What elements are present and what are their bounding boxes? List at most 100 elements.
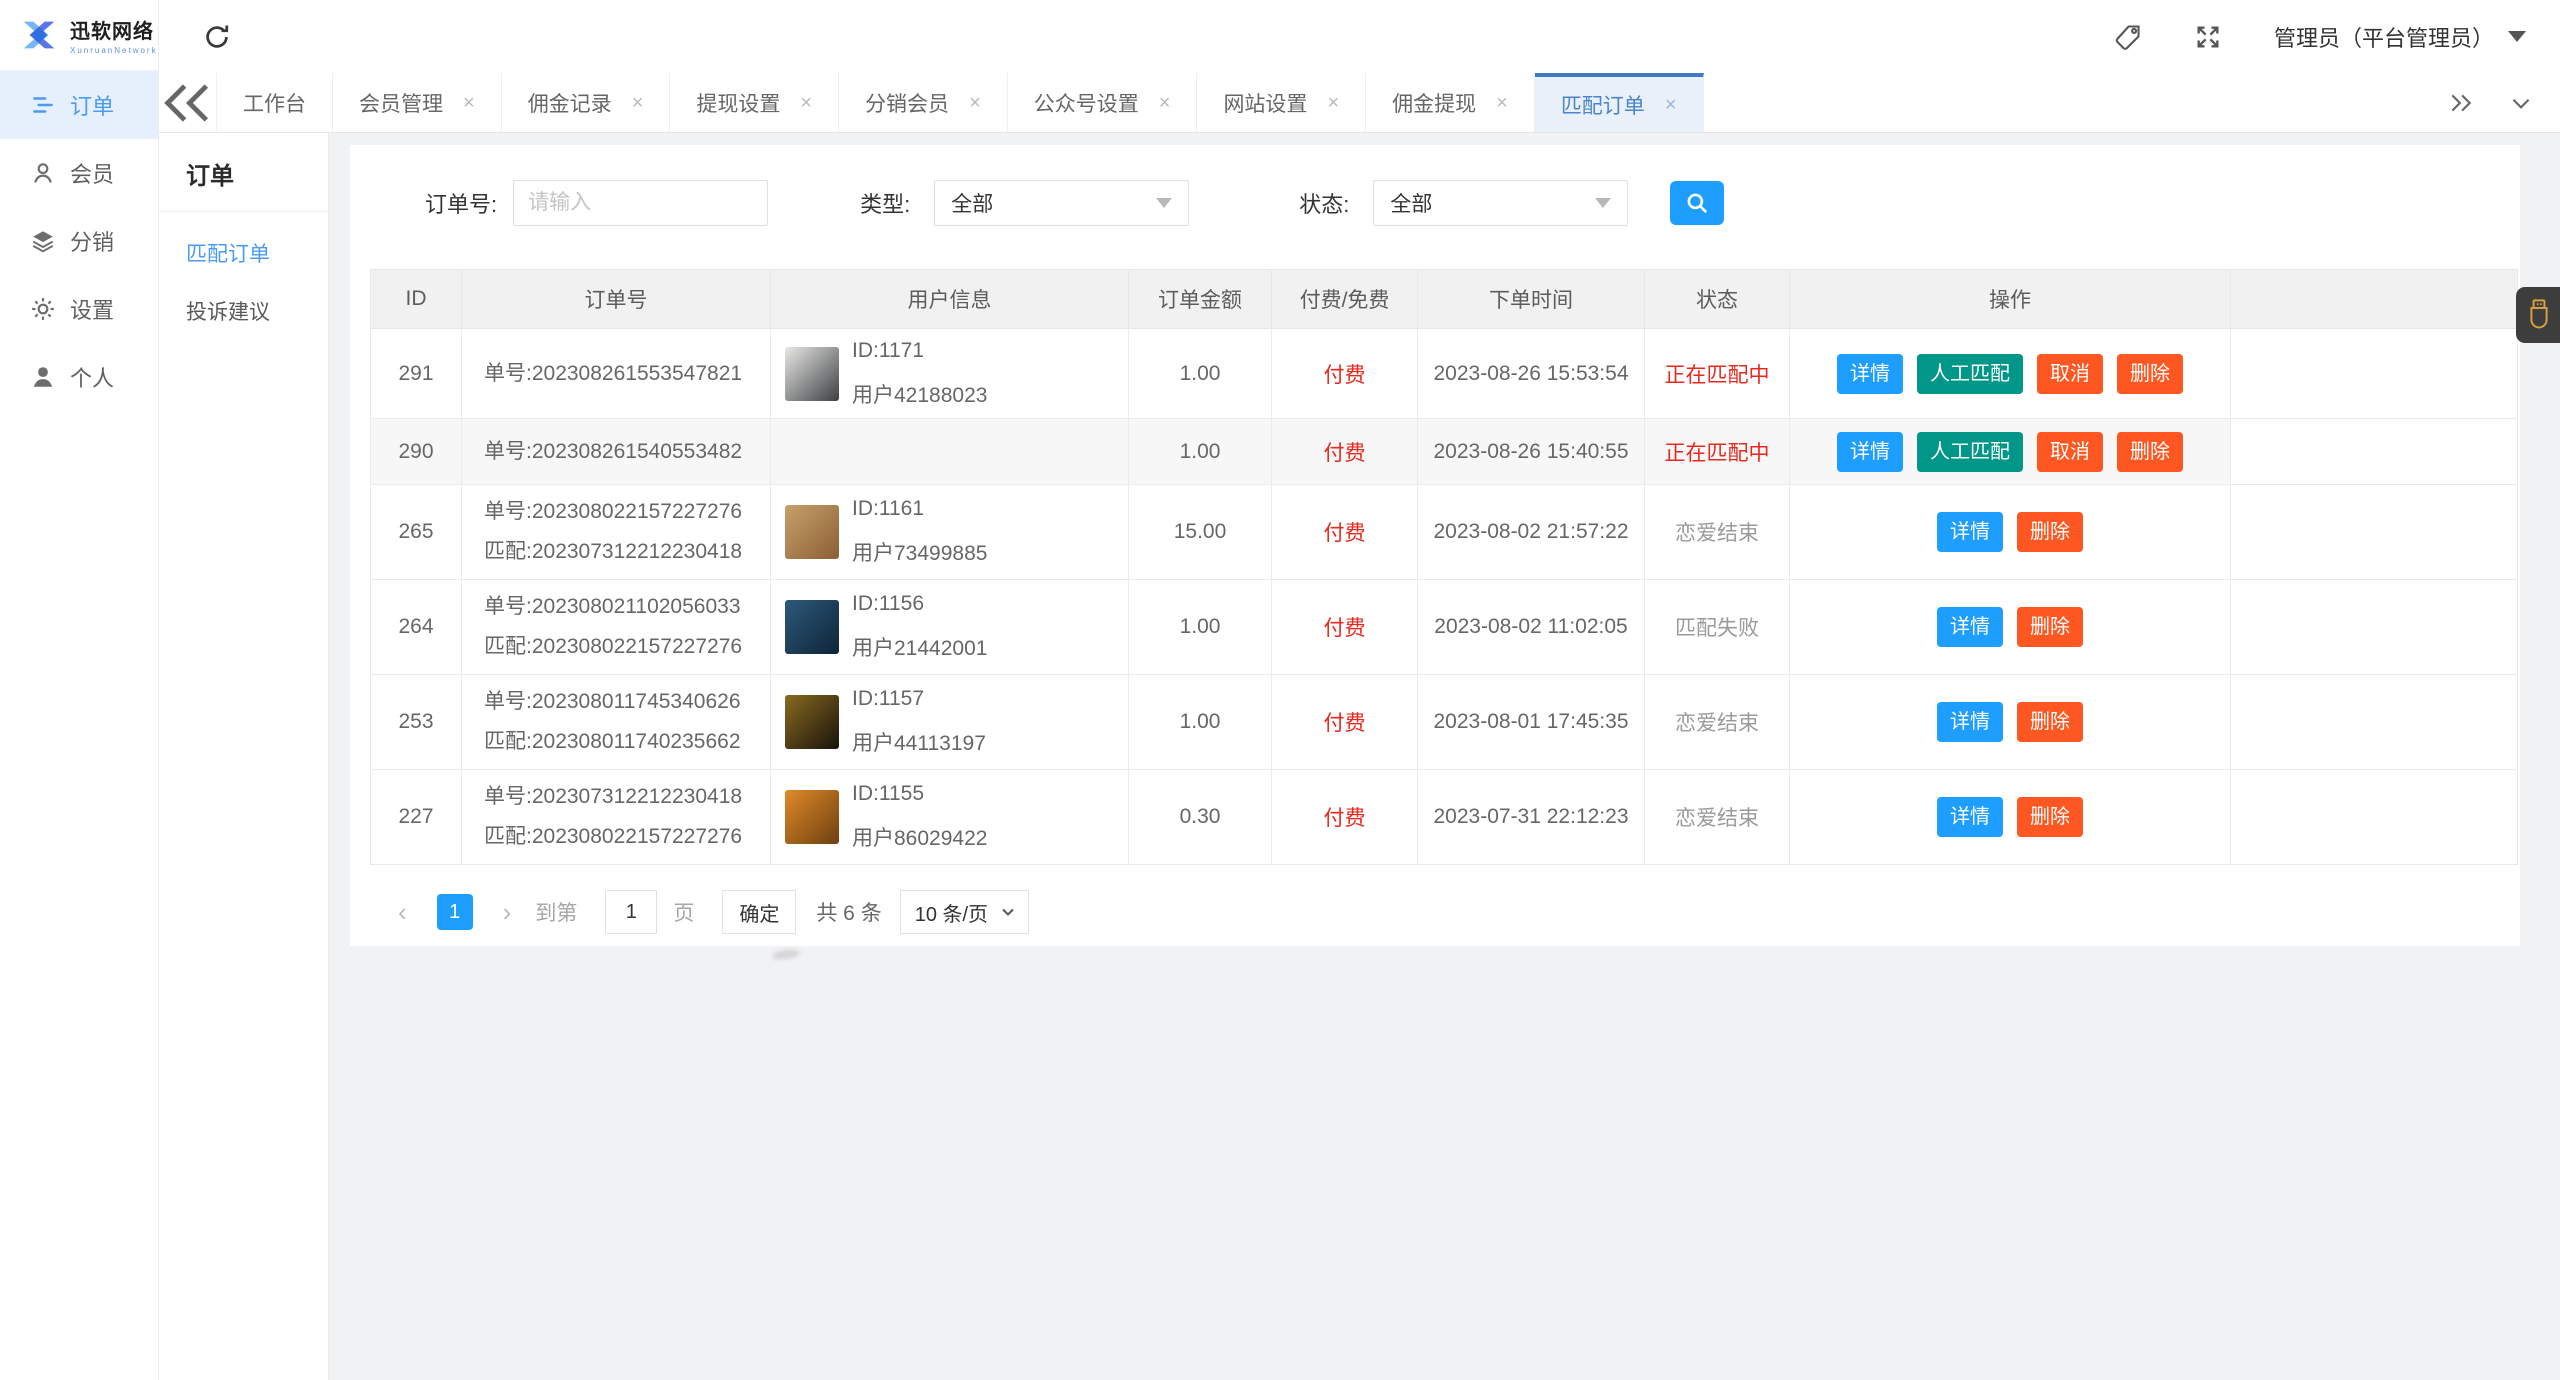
tab-item[interactable]: 佣金记录× xyxy=(502,73,671,132)
tab-label: 佣金提现 xyxy=(1392,88,1476,118)
cell-pay-type: 付费 xyxy=(1272,675,1418,770)
tab-item[interactable]: 网站设置× xyxy=(1197,73,1366,132)
cell-id: 290 xyxy=(371,419,462,485)
action-button-blue[interactable]: 详情 xyxy=(1937,607,2003,647)
action-button-orange[interactable]: 删除 xyxy=(2017,607,2083,647)
submenu-item[interactable]: 投诉建议 xyxy=(158,282,328,340)
table-row: 253单号:202308011745340626匹配:2023080117402… xyxy=(371,675,2518,770)
action-button-blue[interactable]: 详情 xyxy=(1937,512,2003,552)
sidebar-item-label: 个人 xyxy=(70,361,114,393)
cell-pay-type: 付费 xyxy=(1272,329,1418,419)
table-header-cell: 订单号 xyxy=(462,270,771,329)
cell-order-time: 2023-07-31 22:12:23 xyxy=(1418,770,1645,865)
sidebar-item-members[interactable]: 会员 xyxy=(0,139,158,207)
close-icon[interactable]: × xyxy=(632,93,644,113)
action-button-orange[interactable]: 取消 xyxy=(2037,354,2103,394)
primary-sidebar: 迅软网络 XunruanNetwork 订单会员分销设置个人 xyxy=(0,0,159,1380)
usb-floating-widget[interactable] xyxy=(2516,287,2560,343)
action-button-green[interactable]: 人工匹配 xyxy=(1917,432,2023,472)
table-header-row: ID订单号用户信息订单金额付费/免费下单时间状态操作 xyxy=(371,270,2518,329)
refresh-icon[interactable] xyxy=(202,22,232,52)
tab-label: 会员管理 xyxy=(359,88,443,118)
action-button-orange[interactable]: 删除 xyxy=(2017,512,2083,552)
double-chevron-right-icon[interactable] xyxy=(2448,90,2474,116)
table-header-cell: 订单金额 xyxy=(1129,270,1272,329)
action-button-orange[interactable]: 删除 xyxy=(2117,432,2183,472)
submenu-item[interactable]: 匹配订单 xyxy=(158,224,328,282)
tab-item[interactable]: 提现设置× xyxy=(670,73,839,132)
close-icon[interactable]: × xyxy=(463,93,475,113)
tab-label: 工作台 xyxy=(243,88,306,118)
cell-amount: 0.30 xyxy=(1129,770,1272,865)
goto-prefix-label: 到第 xyxy=(535,897,577,927)
cell-id: 264 xyxy=(371,580,462,675)
next-page-icon[interactable]: › xyxy=(503,899,512,925)
tab-item[interactable]: 公众号设置× xyxy=(1008,73,1198,132)
brand-subtitle: XunruanNetwork xyxy=(70,46,158,55)
cell-user-info: ID:1155用户86029422 xyxy=(771,770,1129,865)
cell-actions: 详情删除 xyxy=(1790,675,2231,770)
tab-menu-chevron-icon[interactable] xyxy=(2508,90,2534,116)
close-icon[interactable]: × xyxy=(1496,93,1508,113)
tab-item[interactable]: 工作台 xyxy=(217,73,333,132)
close-icon[interactable]: × xyxy=(1665,95,1677,115)
cell-order-time: 2023-08-01 17:45:35 xyxy=(1418,675,1645,770)
order-no-label: 订单号: xyxy=(425,187,497,219)
per-page-select[interactable]: 10 条/页 xyxy=(900,890,1029,934)
cell-id: 291 xyxy=(371,329,462,419)
brand-x-icon xyxy=(16,12,62,58)
tab-item[interactable]: 匹配订单× xyxy=(1535,73,1704,132)
search-button[interactable] xyxy=(1670,181,1724,225)
sidebar-item-orders[interactable]: 订单 xyxy=(0,71,158,139)
action-button-blue[interactable]: 详情 xyxy=(1837,354,1903,394)
action-button-blue[interactable]: 详情 xyxy=(1937,702,2003,742)
tag-icon[interactable] xyxy=(2114,23,2142,51)
user-avatar xyxy=(785,505,839,559)
type-select[interactable]: 全部 xyxy=(934,180,1189,226)
action-button-orange[interactable]: 删除 xyxy=(2017,797,2083,837)
cell-status: 恋爱结束 xyxy=(1645,770,1790,865)
action-button-blue[interactable]: 详情 xyxy=(1837,432,1903,472)
status-select[interactable]: 全部 xyxy=(1373,180,1628,226)
cell-pay-type: 付费 xyxy=(1272,485,1418,580)
action-button-orange[interactable]: 删除 xyxy=(2017,702,2083,742)
close-icon[interactable]: × xyxy=(800,93,812,113)
table-header-cell: ID xyxy=(371,270,462,329)
orders-table: ID订单号用户信息订单金额付费/免费下单时间状态操作 291单号:2023082… xyxy=(370,269,2518,865)
chevron-down-icon xyxy=(998,902,1018,922)
tab-item[interactable]: 佣金提现 × xyxy=(1366,73,1535,132)
tab-item[interactable]: 分销会员× xyxy=(839,73,1008,132)
table-header-cell: 状态 xyxy=(1645,270,1790,329)
action-button-orange[interactable]: 删除 xyxy=(2117,354,2183,394)
cell-extra xyxy=(2231,580,2518,675)
brand-logo: 迅软网络 XunruanNetwork xyxy=(0,0,158,71)
primary-menu: 订单会员分销设置个人 xyxy=(0,71,158,411)
per-page-value: 10 条/页 xyxy=(915,898,988,927)
cell-order-no: 单号:202308011745340626匹配:2023080117402356… xyxy=(462,675,771,770)
user-menu[interactable]: 管理员（平台管理员） xyxy=(2274,21,2526,53)
action-button-blue[interactable]: 详情 xyxy=(1937,797,2003,837)
sidebar-item-distribution[interactable]: 分销 xyxy=(0,207,158,275)
close-icon[interactable]: × xyxy=(969,93,981,113)
prev-page-icon[interactable]: ‹ xyxy=(398,899,407,925)
close-icon[interactable]: × xyxy=(1327,93,1339,113)
close-icon[interactable]: × xyxy=(1159,93,1171,113)
action-button-green[interactable]: 人工匹配 xyxy=(1917,354,2023,394)
layers-icon xyxy=(30,228,56,254)
order-no-input[interactable] xyxy=(513,180,768,226)
cell-order-time: 2023-08-26 15:53:54 xyxy=(1418,329,1645,419)
tab-item[interactable]: 会员管理 × xyxy=(333,73,502,132)
cell-actions: 详情人工匹配取消删除 xyxy=(1790,329,2231,419)
fullscreen-icon[interactable] xyxy=(2194,23,2222,51)
confirm-button[interactable]: 确定 xyxy=(722,890,796,934)
sidebar-item-profile[interactable]: 个人 xyxy=(0,343,158,411)
goto-page-input[interactable] xyxy=(605,890,657,934)
action-button-orange[interactable]: 取消 xyxy=(2037,432,2103,472)
member-icon xyxy=(30,160,56,186)
cell-order-no: 单号:202308261553547821 xyxy=(462,329,771,419)
cell-actions: 详情删除 xyxy=(1790,485,2231,580)
page-number-button[interactable]: 1 xyxy=(437,894,473,930)
tabs-collapse-left[interactable] xyxy=(158,73,217,132)
usb-drive-icon xyxy=(2526,298,2552,332)
sidebar-item-settings[interactable]: 设置 xyxy=(0,275,158,343)
